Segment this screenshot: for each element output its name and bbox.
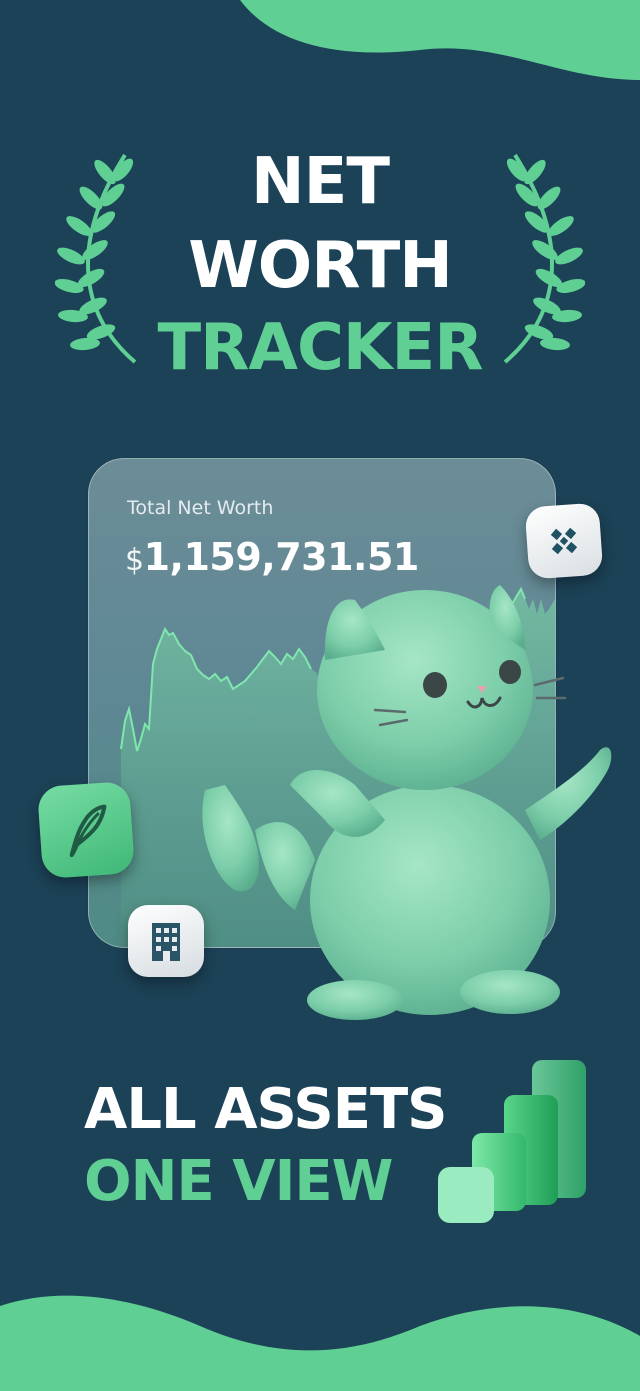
currency-symbol: $ [125, 543, 144, 578]
cat-mascot-illustration [202, 585, 612, 1020]
robinhood-feather-icon [69, 804, 107, 858]
bottom-decor-blob [0, 1295, 640, 1391]
title-line-3: TRACKER [157, 311, 483, 385]
robinhood-app-icon[interactable] [36, 780, 136, 880]
total-net-worth-label: Total Net Worth [127, 497, 274, 519]
tagline-line-2: ONE VIEW [84, 1149, 393, 1214]
bar-chart-3d-icon [438, 1060, 586, 1223]
bank-building-icon [152, 923, 180, 961]
total-net-worth-value: $1,159,731.51 [125, 535, 419, 579]
binance-app-icon[interactable] [524, 502, 604, 580]
bank-app-icon[interactable] [128, 905, 204, 977]
net-worth-amount: 1,159,731.51 [143, 535, 420, 579]
binance-icon [550, 527, 578, 555]
title-line-2: WORTH [188, 229, 453, 303]
title-line-1: NET [251, 145, 390, 219]
top-decor-blob [240, 0, 640, 80]
tagline-line-1: ALL ASSETS [84, 1077, 447, 1142]
